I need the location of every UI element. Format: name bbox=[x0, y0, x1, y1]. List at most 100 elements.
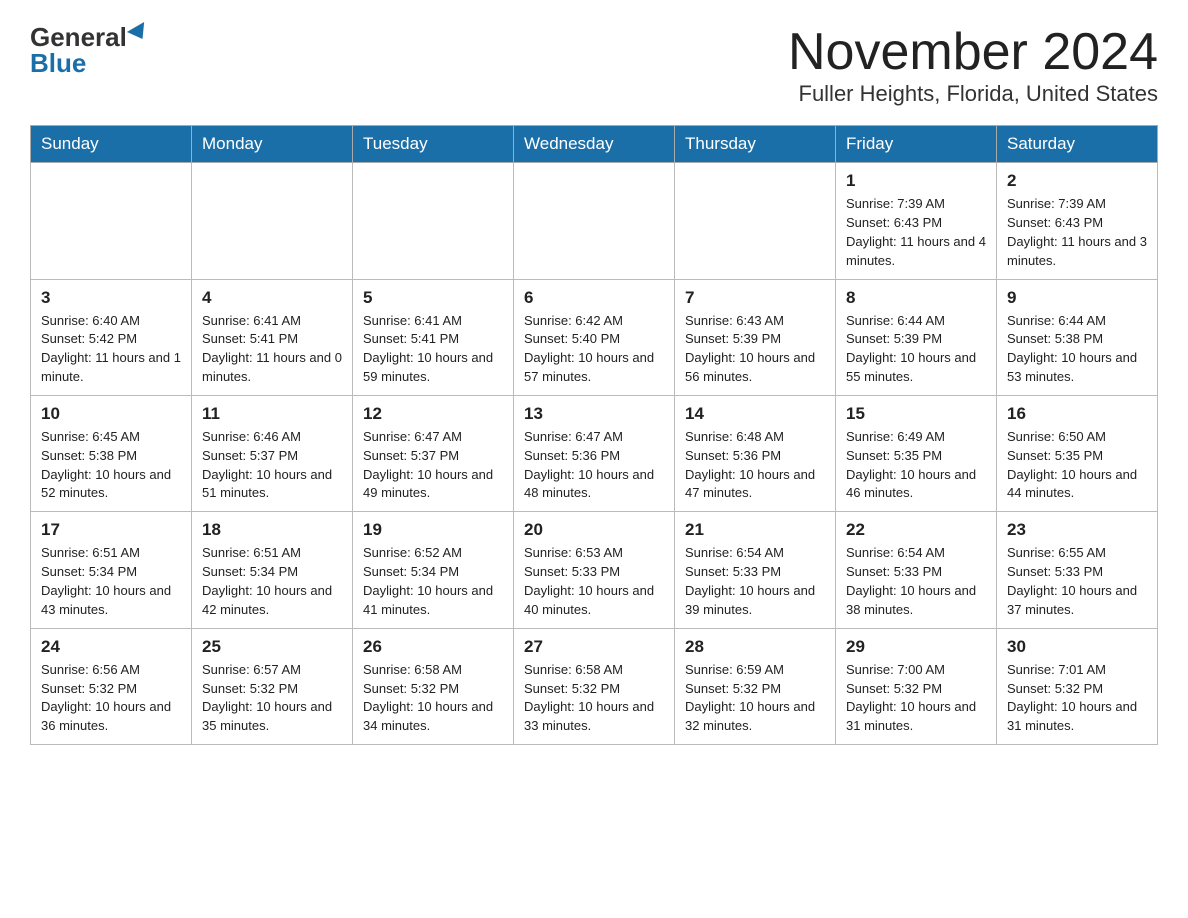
calendar-cell: 1Sunrise: 7:39 AM Sunset: 6:43 PM Daylig… bbox=[836, 163, 997, 279]
weekday-header-monday: Monday bbox=[192, 126, 353, 163]
day-number: 12 bbox=[363, 404, 503, 424]
calendar-cell bbox=[675, 163, 836, 279]
calendar-cell: 24 Sunrise: 6:56 AM Sunset: 5:32 PM Dayli… bbox=[31, 628, 192, 744]
day-info: Sunrise: 7:39 AM Sunset: 6:43 PM Dayligh… bbox=[846, 195, 986, 270]
location-title: Fuller Heights, Florida, United States bbox=[788, 81, 1158, 107]
day-info: Sunrise: 6:43 AM Sunset: 5:39 PM Dayligh… bbox=[685, 312, 825, 387]
day-info: Sunrise: 6:40 AM Sunset: 5:42 PM Dayligh… bbox=[41, 312, 181, 387]
calendar-week-row: 10 Sunrise: 6:45 AM Sunset: 5:38 PM Dayli… bbox=[31, 395, 1158, 511]
calendar-cell: 20Sunrise: 6:53 AM Sunset: 5:33 PM Dayli… bbox=[514, 512, 675, 628]
calendar-cell: 29Sunrise: 7:00 AM Sunset: 5:32 PM Dayli… bbox=[836, 628, 997, 744]
weekday-header-sunday: Sunday bbox=[31, 126, 192, 163]
calendar-cell bbox=[31, 163, 192, 279]
day-number: 22 bbox=[846, 520, 986, 540]
day-number: 7 bbox=[685, 288, 825, 308]
day-info: Sunrise: 6:51 AM Sunset: 5:34 PM Dayligh… bbox=[202, 544, 342, 619]
day-info: Sunrise: 6:47 AM Sunset: 5:36 PM Dayligh… bbox=[524, 428, 664, 503]
day-info: Sunrise: 6:59 AM Sunset: 5:32 PM Dayligh… bbox=[685, 661, 825, 736]
day-number: 18 bbox=[202, 520, 342, 540]
calendar-cell: 18 Sunrise: 6:51 AM Sunset: 5:34 PM Dayli… bbox=[192, 512, 353, 628]
calendar-cell: 26 Sunrise: 6:58 AM Sunset: 5:32 PM Dayli… bbox=[353, 628, 514, 744]
calendar-week-row: 1Sunrise: 7:39 AM Sunset: 6:43 PM Daylig… bbox=[31, 163, 1158, 279]
weekday-header-row: SundayMondayTuesdayWednesdayThursdayFrid… bbox=[31, 126, 1158, 163]
day-number: 15 bbox=[846, 404, 986, 424]
day-number: 29 bbox=[846, 637, 986, 657]
calendar-cell: 2 Sunrise: 7:39 AM Sunset: 6:43 PM Daylig… bbox=[997, 163, 1158, 279]
calendar-cell: 28 Sunrise: 6:59 AM Sunset: 5:32 PM Dayli… bbox=[675, 628, 836, 744]
day-number: 5 bbox=[363, 288, 503, 308]
day-number: 2 bbox=[1007, 171, 1147, 191]
calendar-cell: 4Sunrise: 6:41 AM Sunset: 5:41 PM Daylig… bbox=[192, 279, 353, 395]
day-number: 16 bbox=[1007, 404, 1147, 424]
page-header: General Blue November 2024 Fuller Height… bbox=[30, 24, 1158, 107]
calendar-cell: 21Sunrise: 6:54 AM Sunset: 5:33 PM Dayli… bbox=[675, 512, 836, 628]
day-info: Sunrise: 6:42 AM Sunset: 5:40 PM Dayligh… bbox=[524, 312, 664, 387]
day-number: 11 bbox=[202, 404, 342, 424]
day-number: 13 bbox=[524, 404, 664, 424]
day-number: 4 bbox=[202, 288, 342, 308]
day-number: 17 bbox=[41, 520, 181, 540]
day-number: 8 bbox=[846, 288, 986, 308]
day-info: Sunrise: 6:56 AM Sunset: 5:32 PM Dayligh… bbox=[41, 661, 181, 736]
calendar-cell bbox=[353, 163, 514, 279]
day-info: Sunrise: 6:55 AM Sunset: 5:33 PM Dayligh… bbox=[1007, 544, 1147, 619]
weekday-header-tuesday: Tuesday bbox=[353, 126, 514, 163]
day-number: 23 bbox=[1007, 520, 1147, 540]
day-number: 19 bbox=[363, 520, 503, 540]
day-number: 26 bbox=[363, 637, 503, 657]
calendar-cell: 22 Sunrise: 6:54 AM Sunset: 5:33 PM Dayli… bbox=[836, 512, 997, 628]
day-info: Sunrise: 7:01 AM Sunset: 5:32 PM Dayligh… bbox=[1007, 661, 1147, 736]
day-info: Sunrise: 6:58 AM Sunset: 5:32 PM Dayligh… bbox=[524, 661, 664, 736]
calendar-cell bbox=[192, 163, 353, 279]
calendar-cell: 13 Sunrise: 6:47 AM Sunset: 5:36 PM Dayli… bbox=[514, 395, 675, 511]
calendar-cell: 7 Sunrise: 6:43 AM Sunset: 5:39 PM Daylig… bbox=[675, 279, 836, 395]
month-title: November 2024 bbox=[788, 24, 1158, 81]
day-number: 6 bbox=[524, 288, 664, 308]
calendar-cell: 27 Sunrise: 6:58 AM Sunset: 5:32 PM Dayli… bbox=[514, 628, 675, 744]
logo-general-text: General bbox=[30, 24, 127, 50]
calendar-cell: 3Sunrise: 6:40 AM Sunset: 5:42 PM Daylig… bbox=[31, 279, 192, 395]
calendar-week-row: 24 Sunrise: 6:56 AM Sunset: 5:32 PM Dayli… bbox=[31, 628, 1158, 744]
calendar-cell: 14Sunrise: 6:48 AM Sunset: 5:36 PM Dayli… bbox=[675, 395, 836, 511]
day-info: Sunrise: 6:46 AM Sunset: 5:37 PM Dayligh… bbox=[202, 428, 342, 503]
day-info: Sunrise: 6:41 AM Sunset: 5:41 PM Dayligh… bbox=[363, 312, 503, 387]
logo: General Blue bbox=[30, 24, 149, 76]
day-info: Sunrise: 7:39 AM Sunset: 6:43 PM Dayligh… bbox=[1007, 195, 1147, 270]
logo-blue-text: Blue bbox=[30, 50, 86, 76]
day-number: 9 bbox=[1007, 288, 1147, 308]
calendar-cell: 8Sunrise: 6:44 AM Sunset: 5:39 PM Daylig… bbox=[836, 279, 997, 395]
calendar-cell: 10 Sunrise: 6:45 AM Sunset: 5:38 PM Dayli… bbox=[31, 395, 192, 511]
weekday-header-thursday: Thursday bbox=[675, 126, 836, 163]
day-info: Sunrise: 6:53 AM Sunset: 5:33 PM Dayligh… bbox=[524, 544, 664, 619]
calendar-cell: 25Sunrise: 6:57 AM Sunset: 5:32 PM Dayli… bbox=[192, 628, 353, 744]
calendar-cell: 19 Sunrise: 6:52 AM Sunset: 5:34 PM Dayli… bbox=[353, 512, 514, 628]
calendar-cell: 5 Sunrise: 6:41 AM Sunset: 5:41 PM Daylig… bbox=[353, 279, 514, 395]
calendar-week-row: 3Sunrise: 6:40 AM Sunset: 5:42 PM Daylig… bbox=[31, 279, 1158, 395]
day-info: Sunrise: 6:58 AM Sunset: 5:32 PM Dayligh… bbox=[363, 661, 503, 736]
weekday-header-friday: Friday bbox=[836, 126, 997, 163]
day-number: 27 bbox=[524, 637, 664, 657]
day-info: Sunrise: 6:45 AM Sunset: 5:38 PM Dayligh… bbox=[41, 428, 181, 503]
day-number: 14 bbox=[685, 404, 825, 424]
calendar-cell: 12 Sunrise: 6:47 AM Sunset: 5:37 PM Dayli… bbox=[353, 395, 514, 511]
calendar-cell bbox=[514, 163, 675, 279]
day-info: Sunrise: 6:52 AM Sunset: 5:34 PM Dayligh… bbox=[363, 544, 503, 619]
title-block: November 2024 Fuller Heights, Florida, U… bbox=[788, 24, 1158, 107]
day-info: Sunrise: 6:51 AM Sunset: 5:34 PM Dayligh… bbox=[41, 544, 181, 619]
day-number: 28 bbox=[685, 637, 825, 657]
day-info: Sunrise: 6:47 AM Sunset: 5:37 PM Dayligh… bbox=[363, 428, 503, 503]
day-info: Sunrise: 6:57 AM Sunset: 5:32 PM Dayligh… bbox=[202, 661, 342, 736]
calendar-cell: 17 Sunrise: 6:51 AM Sunset: 5:34 PM Dayli… bbox=[31, 512, 192, 628]
day-number: 10 bbox=[41, 404, 181, 424]
logo-triangle-icon bbox=[127, 22, 151, 44]
weekday-header-saturday: Saturday bbox=[997, 126, 1158, 163]
day-info: Sunrise: 6:54 AM Sunset: 5:33 PM Dayligh… bbox=[685, 544, 825, 619]
day-info: Sunrise: 6:50 AM Sunset: 5:35 PM Dayligh… bbox=[1007, 428, 1147, 503]
day-number: 24 bbox=[41, 637, 181, 657]
calendar-cell: 16 Sunrise: 6:50 AM Sunset: 5:35 PM Dayli… bbox=[997, 395, 1158, 511]
day-info: Sunrise: 6:54 AM Sunset: 5:33 PM Dayligh… bbox=[846, 544, 986, 619]
calendar-cell: 30 Sunrise: 7:01 AM Sunset: 5:32 PM Dayli… bbox=[997, 628, 1158, 744]
day-number: 30 bbox=[1007, 637, 1147, 657]
calendar-table: SundayMondayTuesdayWednesdayThursdayFrid… bbox=[30, 125, 1158, 745]
calendar-cell: 11 Sunrise: 6:46 AM Sunset: 5:37 PM Dayli… bbox=[192, 395, 353, 511]
